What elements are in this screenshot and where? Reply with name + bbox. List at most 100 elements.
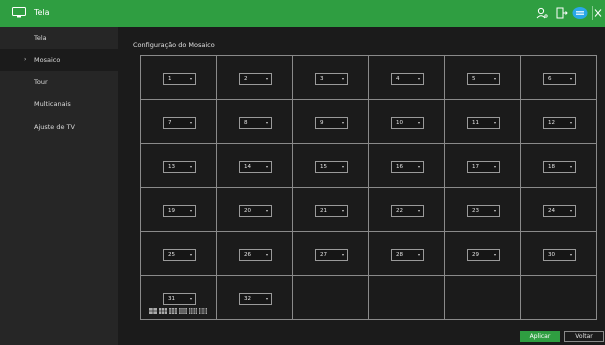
chevron-down-icon (494, 254, 496, 256)
channel-select[interactable]: 28 (391, 249, 424, 261)
channel-select-value: 24 (548, 208, 555, 214)
mosaic-cell: 24 (521, 188, 597, 232)
channel-select-value: 30 (548, 252, 555, 258)
channel-select-value: 17 (472, 164, 479, 170)
channel-select[interactable]: 6 (543, 73, 576, 85)
channel-select-value: 26 (244, 252, 251, 258)
channel-select[interactable]: 25 (163, 249, 196, 261)
channel-select[interactable]: 20 (239, 205, 272, 217)
mosaic-grid: 1 2 3 4 5 6 7 8 9 10 11 12 13 14 15 16 17 18 19 20 21 22 23 24 2… (140, 55, 597, 320)
chevron-down-icon (190, 122, 192, 124)
channel-select[interactable]: 29 (467, 249, 500, 261)
channel-select[interactable]: 9 (315, 117, 348, 129)
user-icon[interactable] (536, 5, 548, 21)
sidebar-item-tela[interactable]: Tela (0, 27, 118, 49)
channel-select-value: 18 (548, 164, 555, 170)
chevron-down-icon (342, 210, 344, 212)
channel-select[interactable]: 1 (163, 73, 196, 85)
channel-select[interactable]: 30 (543, 249, 576, 261)
channel-select[interactable]: 24 (543, 205, 576, 217)
chevron-down-icon (494, 210, 496, 212)
channel-select[interactable]: 18 (543, 161, 576, 173)
mosaic-cell (293, 276, 369, 320)
channel-select-value: 23 (472, 208, 479, 214)
channel-select[interactable]: 12 (543, 117, 576, 129)
mosaic-cell: 28 (369, 232, 445, 276)
chevron-down-icon (190, 166, 192, 168)
section-title: Configuração do Mosaico (133, 41, 215, 49)
sidebar-item-multicanais[interactable]: Multicanais (0, 93, 118, 115)
layout-36-icon[interactable] (199, 308, 207, 314)
mosaic-cell: 32 (217, 276, 293, 320)
channel-select[interactable]: 19 (163, 205, 196, 217)
sidebar-item-label: Multicanais (34, 100, 71, 108)
sidebar: Tela › Mosaico Tour Multicanais Ajuste d… (0, 27, 118, 345)
channel-select-value: 11 (472, 120, 479, 126)
channel-select[interactable]: 26 (239, 249, 272, 261)
mosaic-cell: 5 (445, 56, 521, 100)
channel-select-value: 8 (244, 120, 248, 126)
close-icon[interactable] (592, 6, 602, 22)
mosaic-cell: 15 (293, 144, 369, 188)
mosaic-cell: 4 (369, 56, 445, 100)
layout-6-icon[interactable] (159, 308, 167, 314)
channel-select-value: 28 (396, 252, 403, 258)
channel-select[interactable]: 3 (315, 73, 348, 85)
channel-select[interactable]: 22 (391, 205, 424, 217)
sidebar-item-tour[interactable]: Tour (0, 71, 118, 93)
channel-select-value: 16 (396, 164, 403, 170)
channel-select[interactable]: 21 (315, 205, 348, 217)
channel-select[interactable]: 13 (163, 161, 196, 173)
chevron-down-icon (342, 122, 344, 124)
chevron-down-icon (266, 122, 268, 124)
channel-select[interactable]: 16 (391, 161, 424, 173)
channel-select[interactable]: 27 (315, 249, 348, 261)
channel-select[interactable]: 8 (239, 117, 272, 129)
title-bar: Tela (0, 0, 605, 27)
logout-icon[interactable] (556, 5, 568, 21)
mosaic-cell: 6 (521, 56, 597, 100)
chevron-down-icon (494, 166, 496, 168)
layout-9-icon[interactable] (169, 308, 177, 314)
chevron-down-icon (190, 298, 192, 300)
mosaic-cell: 8 (217, 100, 293, 144)
channel-select-value: 15 (320, 164, 327, 170)
chevron-right-icon: › (24, 56, 27, 63)
mosaic-cell (445, 276, 521, 320)
mosaic-cell (521, 276, 597, 320)
channel-select-value: 19 (168, 208, 175, 214)
channel-select[interactable]: 7 (163, 117, 196, 129)
channel-select[interactable]: 11 (467, 117, 500, 129)
sidebar-item-ajuste-de-tv[interactable]: Ajuste de TV (0, 116, 118, 138)
channel-select-value: 21 (320, 208, 327, 214)
chevron-down-icon (342, 166, 344, 168)
sidebar-item-label: Ajuste de TV (34, 123, 75, 131)
channel-select[interactable]: 4 (391, 73, 424, 85)
back-button[interactable]: Voltar (564, 331, 604, 342)
channel-select[interactable]: 14 (239, 161, 272, 173)
channel-select[interactable]: 17 (467, 161, 500, 173)
layout-16-icon[interactable] (179, 308, 187, 314)
apply-button[interactable]: Aplicar (520, 331, 560, 342)
mosaic-cell: 1 (141, 56, 217, 100)
chevron-down-icon (418, 122, 420, 124)
sidebar-item-mosaico[interactable]: › Mosaico (0, 49, 118, 71)
channel-select[interactable]: 31 (163, 293, 196, 305)
monitor-icon (12, 7, 26, 18)
channel-select[interactable]: 32 (239, 293, 272, 305)
chevron-down-icon (266, 210, 268, 212)
chevron-down-icon (570, 254, 572, 256)
mosaic-cell: 9 (293, 100, 369, 144)
sidebar-item-label: Tour (34, 78, 48, 86)
channel-select-value: 5 (472, 76, 476, 82)
mosaic-cell: 17 (445, 144, 521, 188)
layout-4-icon[interactable] (149, 308, 157, 314)
channel-select[interactable]: 5 (467, 73, 500, 85)
layout-25-icon[interactable] (189, 308, 197, 314)
channel-select[interactable]: 2 (239, 73, 272, 85)
toggle-icon[interactable] (572, 5, 588, 21)
channel-select[interactable]: 23 (467, 205, 500, 217)
channel-select-value: 6 (548, 76, 552, 82)
channel-select[interactable]: 10 (391, 117, 424, 129)
channel-select[interactable]: 15 (315, 161, 348, 173)
